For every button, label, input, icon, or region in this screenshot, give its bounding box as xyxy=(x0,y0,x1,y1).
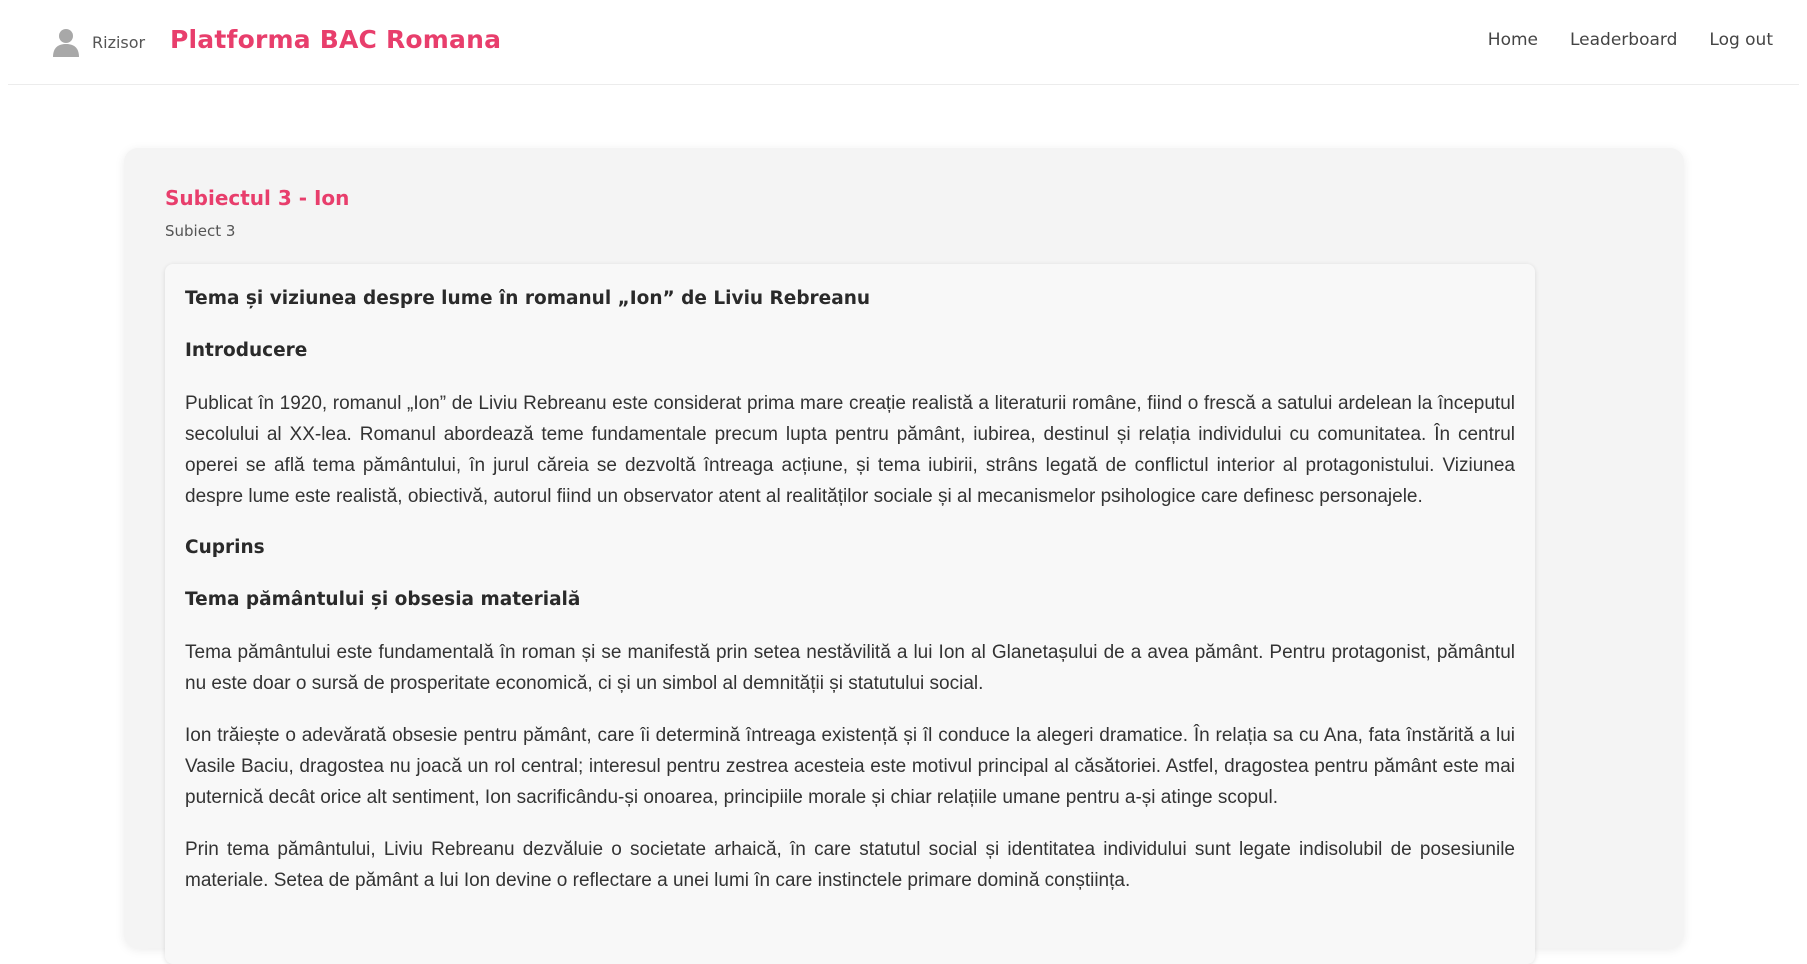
body-paragraph: Prin tema pământului, Liviu Rebreanu dez… xyxy=(185,839,1515,891)
subject-title: Subiectul 3 - Ion xyxy=(165,186,350,210)
essay-title: Tema și viziunea despre lume în romanul … xyxy=(185,288,871,309)
brand-logo[interactable]: Platforma BAC Romana xyxy=(170,25,501,54)
nav-home-link[interactable]: Home xyxy=(1488,30,1538,50)
nav-menu: Home Leaderboard Log out xyxy=(1488,30,1773,50)
section-heading: Tema pământului și obsesia materială xyxy=(185,589,581,610)
nav-leaderboard-link[interactable]: Leaderboard xyxy=(1570,30,1677,50)
username-label: Rizisor xyxy=(92,32,146,52)
body-paragraph: Tema pământului este fundamentală în rom… xyxy=(185,642,1515,694)
body-heading: Cuprins xyxy=(185,537,265,558)
top-navbar: Rizisor Platforma BAC Romana Home Leader… xyxy=(8,0,1799,85)
body-paragraph: Ion trăiește o adevărată obsesie pentru … xyxy=(185,725,1515,808)
subject-subtitle: Subiect 3 xyxy=(165,222,236,240)
intro-paragraph: Publicat în 1920, romanul „Ion” de Liviu… xyxy=(185,393,1515,507)
user-avatar-icon xyxy=(53,29,79,57)
user-profile[interactable]: Rizisor xyxy=(50,24,145,60)
essay-content: Tema și viziunea despre lume în romanul … xyxy=(165,264,1535,964)
intro-heading: Introducere xyxy=(185,340,308,361)
subject-card: Subiectul 3 - Ion Subiect 3 Tema și vizi… xyxy=(124,148,1684,964)
nav-logout-link[interactable]: Log out xyxy=(1709,30,1773,50)
